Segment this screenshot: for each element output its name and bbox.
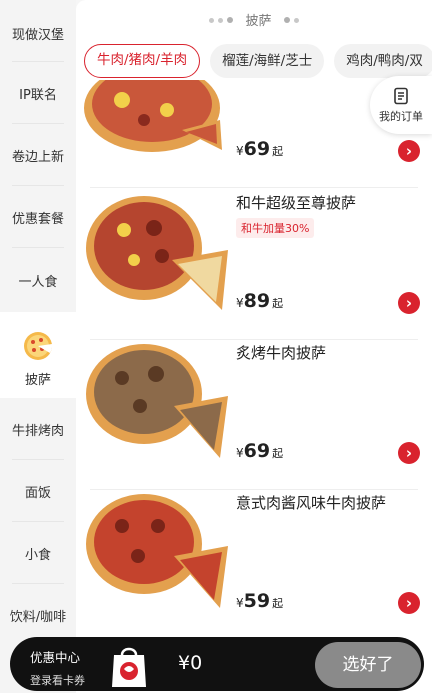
sidebar-item-label: 披萨 [24, 372, 51, 388]
shopping-bag-icon[interactable] [108, 643, 150, 689]
price: ¥59 起 [236, 590, 284, 612]
price: ¥69 起 [236, 138, 284, 160]
add-to-cart-button[interactable]: › [398, 140, 420, 162]
sidebar-item-label: 小食 [24, 547, 51, 563]
category-sidebar: 现做汉堡 IP联名 卷边上新 优惠套餐 一人食 披萨 牛排烤肉 面饭 小食 饮料… [0, 0, 76, 693]
sidebar-item-combo[interactable]: 优惠套餐 [0, 186, 76, 248]
my-orders-button[interactable]: 我的订单 [370, 76, 432, 134]
pizza-image [86, 344, 228, 458]
promo-subtitle: 登录看卡券 [30, 674, 85, 687]
pizza-image [86, 494, 228, 608]
sidebar-item-label: 面饭 [24, 485, 51, 501]
sidebar-item-label: 饮料/咖啡 [9, 609, 67, 625]
cart-bar: 优惠中心 登录看卡券 ¥0 选好了 [10, 637, 424, 691]
sidebar-item-label: 现做汉堡 [11, 27, 64, 43]
checkout-button[interactable]: 选好了 [315, 642, 421, 688]
promo-tag: 和牛加量30% [236, 218, 315, 238]
sidebar-item-label: 卷边上新 [11, 149, 64, 165]
sidebar-item-ip[interactable]: IP联名 [0, 62, 76, 124]
cart-total: ¥0 [178, 652, 203, 674]
pizza-image [84, 80, 222, 152]
product-name: 炙烤牛肉披萨 [236, 344, 327, 362]
sidebar-item-label: 牛排烤肉 [11, 423, 64, 439]
product-name: 和牛超级至尊披萨 [236, 194, 357, 212]
pizza-icon [24, 331, 53, 360]
price: ¥69 起 [236, 440, 284, 462]
sidebar-item-label: 优惠套餐 [11, 211, 64, 227]
promo-center[interactable]: 优惠中心 登录看卡券 [30, 647, 85, 688]
product-name: 意式肉酱风味牛肉披萨 [236, 494, 387, 512]
product-item[interactable]: 和牛超级至尊披萨 和牛加量30% ¥89 起 › [76, 190, 432, 340]
add-to-cart-button[interactable]: › [398, 442, 420, 464]
my-orders-label: 我的订单 [379, 109, 423, 123]
add-to-cart-button[interactable]: › [398, 592, 420, 614]
add-to-cart-button[interactable]: › [398, 292, 420, 314]
sidebar-item-snack[interactable]: 小食 [0, 522, 76, 584]
sidebar-item-new[interactable]: 卷边上新 [0, 124, 76, 186]
promo-title: 优惠中心 [30, 650, 81, 665]
sidebar-item-pizza[interactable]: 披萨 [0, 322, 76, 396]
order-list-icon [394, 87, 408, 104]
sidebar-item-rice[interactable]: 面饭 [0, 460, 76, 522]
pizza-image [86, 196, 228, 310]
sidebar-item-burger[interactable]: 现做汉堡 [0, 4, 76, 62]
product-item[interactable]: 炙烤牛肉披萨 ¥69 起 › [76, 340, 432, 490]
sidebar-item-single[interactable]: 一人食 [0, 248, 76, 312]
sidebar-item-steak[interactable]: 牛排烤肉 [0, 398, 76, 460]
product-item[interactable]: 意式肉酱风味牛肉披萨 ¥59 起 › [76, 490, 432, 640]
sidebar-item-label: 一人食 [18, 274, 58, 290]
price: ¥89 起 [236, 290, 284, 312]
sidebar-item-label: IP联名 [19, 87, 57, 103]
